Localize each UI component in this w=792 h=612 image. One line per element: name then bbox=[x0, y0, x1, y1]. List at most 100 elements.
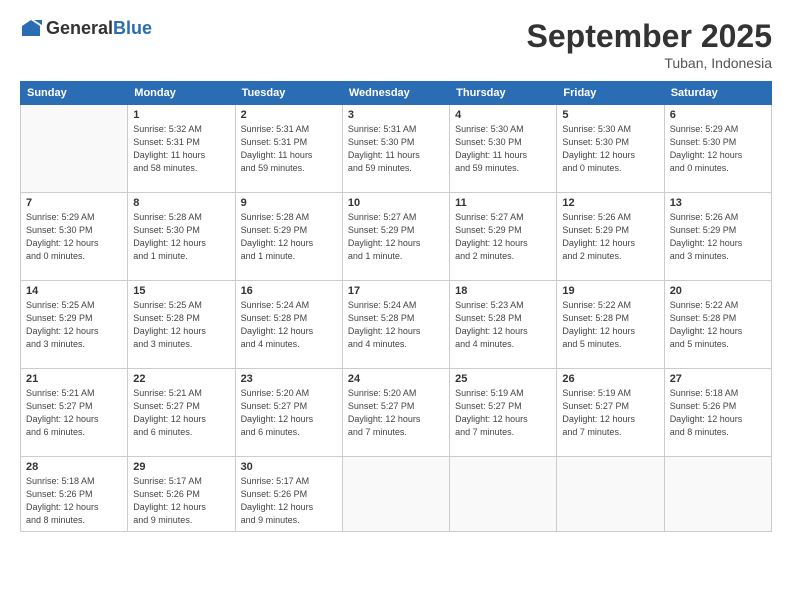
calendar-cell: 13 Sunrise: 5:26 AM Sunset: 5:29 PM Dayli… bbox=[664, 193, 771, 281]
day-number: 26 bbox=[562, 373, 658, 385]
day-number: 21 bbox=[26, 373, 122, 385]
logo-blue: Blue bbox=[113, 18, 152, 38]
day-info: Sunrise: 5:29 AM Sunset: 5:30 PM Dayligh… bbox=[670, 123, 766, 175]
month-title: September 2025 bbox=[527, 18, 772, 55]
day-number: 22 bbox=[133, 373, 229, 385]
day-number: 27 bbox=[670, 373, 766, 385]
logo-general: General bbox=[46, 18, 113, 38]
calendar-cell: 16 Sunrise: 5:24 AM Sunset: 5:28 PM Dayli… bbox=[235, 281, 342, 369]
calendar-cell: 23 Sunrise: 5:20 AM Sunset: 5:27 PM Dayli… bbox=[235, 369, 342, 457]
calendar-cell: 8Sunrise: 5:28 AM Sunset: 5:30 PM Daylig… bbox=[128, 193, 235, 281]
day-info: Sunrise: 5:28 AM Sunset: 5:30 PM Dayligh… bbox=[133, 211, 229, 263]
page: GeneralBlue September 2025 Tuban, Indone… bbox=[0, 0, 792, 612]
day-number: 17 bbox=[348, 285, 444, 297]
day-info: Sunrise: 5:30 AM Sunset: 5:30 PM Dayligh… bbox=[562, 123, 658, 175]
calendar-cell: 1 Sunrise: 5:32 AM Sunset: 5:31 PM Daylig… bbox=[128, 105, 235, 193]
day-header-thursday: Thursday bbox=[450, 82, 557, 105]
day-number: 10 bbox=[348, 197, 444, 209]
day-info: Sunrise: 5:19 AM Sunset: 5:27 PM Dayligh… bbox=[455, 387, 551, 439]
calendar-cell: 2 Sunrise: 5:31 AM Sunset: 5:31 PM Daylig… bbox=[235, 105, 342, 193]
day-info: Sunrise: 5:31 AM Sunset: 5:31 PM Dayligh… bbox=[241, 123, 337, 175]
calendar-cell: 17 Sunrise: 5:24 AM Sunset: 5:28 PM Dayli… bbox=[342, 281, 449, 369]
calendar-cell: 15 Sunrise: 5:25 AM Sunset: 5:28 PM Dayli… bbox=[128, 281, 235, 369]
day-number: 30 bbox=[241, 461, 337, 473]
day-header-wednesday: Wednesday bbox=[342, 82, 449, 105]
day-info: Sunrise: 5:20 AM Sunset: 5:27 PM Dayligh… bbox=[241, 387, 337, 439]
day-info: Sunrise: 5:29 AM Sunset: 5:30 PM Dayligh… bbox=[26, 211, 122, 263]
day-number: 2 bbox=[241, 109, 337, 121]
day-number: 11 bbox=[455, 197, 551, 209]
day-info: Sunrise: 5:24 AM Sunset: 5:28 PM Dayligh… bbox=[348, 299, 444, 351]
day-number: 7 bbox=[26, 197, 122, 209]
day-info: Sunrise: 5:18 AM Sunset: 5:26 PM Dayligh… bbox=[670, 387, 766, 439]
day-info: Sunrise: 5:27 AM Sunset: 5:29 PM Dayligh… bbox=[348, 211, 444, 263]
calendar-cell: 7 Sunrise: 5:29 AM Sunset: 5:30 PM Daylig… bbox=[21, 193, 128, 281]
day-number: 20 bbox=[670, 285, 766, 297]
day-number: 6 bbox=[670, 109, 766, 121]
calendar-table: SundayMondayTuesdayWednesdayThursdayFrid… bbox=[20, 81, 772, 532]
day-info: Sunrise: 5:21 AM Sunset: 5:27 PM Dayligh… bbox=[26, 387, 122, 439]
day-number: 23 bbox=[241, 373, 337, 385]
logo-icon bbox=[20, 18, 42, 40]
calendar-week-row: 7 Sunrise: 5:29 AM Sunset: 5:30 PM Daylig… bbox=[21, 193, 772, 281]
calendar-cell: 26 Sunrise: 5:19 AM Sunset: 5:27 PM Dayli… bbox=[557, 369, 664, 457]
day-info: Sunrise: 5:21 AM Sunset: 5:27 PM Dayligh… bbox=[133, 387, 229, 439]
day-info: Sunrise: 5:25 AM Sunset: 5:28 PM Dayligh… bbox=[133, 299, 229, 351]
calendar-cell: 20Sunrise: 5:22 AM Sunset: 5:28 PM Dayli… bbox=[664, 281, 771, 369]
day-info: Sunrise: 5:32 AM Sunset: 5:31 PM Dayligh… bbox=[133, 123, 229, 175]
day-info: Sunrise: 5:31 AM Sunset: 5:30 PM Dayligh… bbox=[348, 123, 444, 175]
day-number: 14 bbox=[26, 285, 122, 297]
day-number: 28 bbox=[26, 461, 122, 473]
day-info: Sunrise: 5:20 AM Sunset: 5:27 PM Dayligh… bbox=[348, 387, 444, 439]
day-number: 24 bbox=[348, 373, 444, 385]
calendar-cell: 18Sunrise: 5:23 AM Sunset: 5:28 PM Dayli… bbox=[450, 281, 557, 369]
day-header-sunday: Sunday bbox=[21, 82, 128, 105]
day-info: Sunrise: 5:25 AM Sunset: 5:29 PM Dayligh… bbox=[26, 299, 122, 351]
calendar-cell: 21 Sunrise: 5:21 AM Sunset: 5:27 PM Dayli… bbox=[21, 369, 128, 457]
calendar-cell: 9 Sunrise: 5:28 AM Sunset: 5:29 PM Daylig… bbox=[235, 193, 342, 281]
calendar-week-row: 21 Sunrise: 5:21 AM Sunset: 5:27 PM Dayli… bbox=[21, 369, 772, 457]
calendar-cell: 11 Sunrise: 5:27 AM Sunset: 5:29 PM Dayli… bbox=[450, 193, 557, 281]
day-number: 3 bbox=[348, 109, 444, 121]
day-info: Sunrise: 5:18 AM Sunset: 5:26 PM Dayligh… bbox=[26, 475, 122, 527]
calendar-cell bbox=[664, 457, 771, 532]
logo: GeneralBlue bbox=[20, 18, 152, 40]
day-info: Sunrise: 5:30 AM Sunset: 5:30 PM Dayligh… bbox=[455, 123, 551, 175]
day-number: 12 bbox=[562, 197, 658, 209]
calendar-cell: 25Sunrise: 5:19 AM Sunset: 5:27 PM Dayli… bbox=[450, 369, 557, 457]
calendar-cell bbox=[557, 457, 664, 532]
day-info: Sunrise: 5:26 AM Sunset: 5:29 PM Dayligh… bbox=[670, 211, 766, 263]
day-info: Sunrise: 5:27 AM Sunset: 5:29 PM Dayligh… bbox=[455, 211, 551, 263]
day-info: Sunrise: 5:17 AM Sunset: 5:26 PM Dayligh… bbox=[241, 475, 337, 527]
calendar-cell: 6 Sunrise: 5:29 AM Sunset: 5:30 PM Daylig… bbox=[664, 105, 771, 193]
calendar-cell bbox=[342, 457, 449, 532]
calendar-cell: 27 Sunrise: 5:18 AM Sunset: 5:26 PM Dayli… bbox=[664, 369, 771, 457]
day-number: 1 bbox=[133, 109, 229, 121]
day-info: Sunrise: 5:26 AM Sunset: 5:29 PM Dayligh… bbox=[562, 211, 658, 263]
day-info: Sunrise: 5:19 AM Sunset: 5:27 PM Dayligh… bbox=[562, 387, 658, 439]
calendar-cell bbox=[450, 457, 557, 532]
calendar-cell: 19 Sunrise: 5:22 AM Sunset: 5:28 PM Dayli… bbox=[557, 281, 664, 369]
day-info: Sunrise: 5:24 AM Sunset: 5:28 PM Dayligh… bbox=[241, 299, 337, 351]
calendar-cell: 22 Sunrise: 5:21 AM Sunset: 5:27 PM Dayli… bbox=[128, 369, 235, 457]
day-info: Sunrise: 5:17 AM Sunset: 5:26 PM Dayligh… bbox=[133, 475, 229, 527]
day-number: 9 bbox=[241, 197, 337, 209]
calendar-cell: 24 Sunrise: 5:20 AM Sunset: 5:27 PM Dayli… bbox=[342, 369, 449, 457]
calendar-cell: 4Sunrise: 5:30 AM Sunset: 5:30 PM Daylig… bbox=[450, 105, 557, 193]
calendar-cell: 10 Sunrise: 5:27 AM Sunset: 5:29 PM Dayli… bbox=[342, 193, 449, 281]
calendar-header-row: SundayMondayTuesdayWednesdayThursdayFrid… bbox=[21, 82, 772, 105]
header: GeneralBlue September 2025 Tuban, Indone… bbox=[20, 18, 772, 71]
title-block: September 2025 Tuban, Indonesia bbox=[527, 18, 772, 71]
calendar-cell: 29 Sunrise: 5:17 AM Sunset: 5:26 PM Dayli… bbox=[128, 457, 235, 532]
day-number: 29 bbox=[133, 461, 229, 473]
calendar-cell: 28 Sunrise: 5:18 AM Sunset: 5:26 PM Dayli… bbox=[21, 457, 128, 532]
day-info: Sunrise: 5:22 AM Sunset: 5:28 PM Dayligh… bbox=[562, 299, 658, 351]
calendar-cell bbox=[21, 105, 128, 193]
day-number: 16 bbox=[241, 285, 337, 297]
day-number: 15 bbox=[133, 285, 229, 297]
calendar-week-row: 1 Sunrise: 5:32 AM Sunset: 5:31 PM Daylig… bbox=[21, 105, 772, 193]
day-header-saturday: Saturday bbox=[664, 82, 771, 105]
day-number: 19 bbox=[562, 285, 658, 297]
day-number: 13 bbox=[670, 197, 766, 209]
day-info: Sunrise: 5:28 AM Sunset: 5:29 PM Dayligh… bbox=[241, 211, 337, 263]
